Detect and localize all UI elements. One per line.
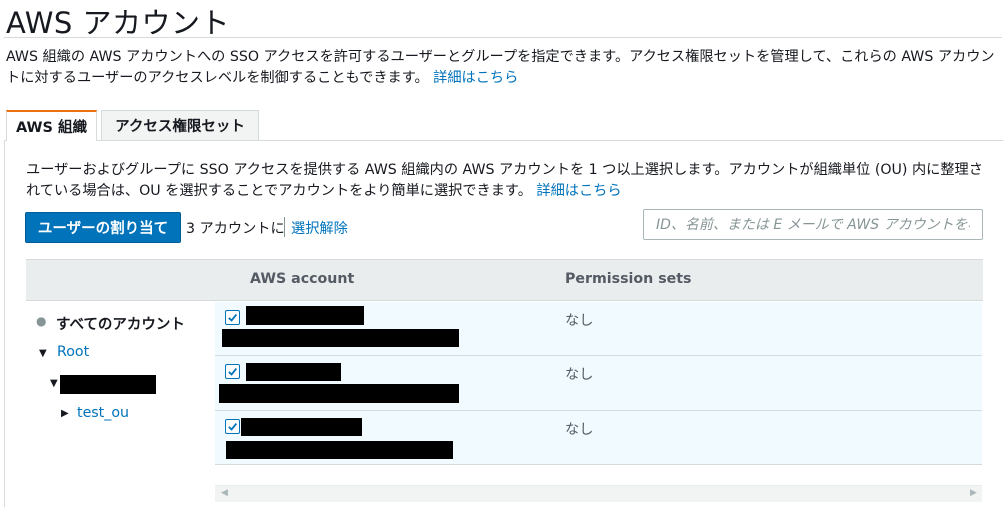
learn-more-link[interactable]: 詳細はこちら [433,70,518,86]
account-search-input[interactable] [654,215,972,234]
caret-right-icon[interactable]: ▶ [61,408,69,419]
check-icon [228,367,238,376]
assign-users-button[interactable]: ユーザーの割り当て [25,212,181,243]
column-aws-account[interactable]: AWS account [250,271,354,287]
bullet-icon: ● [36,314,47,328]
redacted-account-id [222,329,459,347]
row-checkbox[interactable] [225,364,240,379]
horizontal-scrollbar[interactable] [215,485,982,502]
tree-all-accounts[interactable]: すべてのアカウント [56,313,185,334]
redacted-account-name [246,363,341,381]
check-icon [228,422,238,431]
scroll-left-icon[interactable]: ◀ [221,488,228,498]
column-permission-sets[interactable]: Permission sets [565,271,692,287]
clear-selection-link[interactable]: 選択解除 [291,218,348,238]
tab-divider [4,140,1003,141]
caret-down-icon[interactable]: ▼ [39,348,47,359]
org-tab-description: ユーザーおよびグループに SSO アクセスを提供する AWS 組織内の AWS … [26,160,986,202]
redacted-account-id [219,384,459,403]
row-checkbox[interactable] [225,310,240,325]
redacted-org-name[interactable] [60,375,156,394]
tree-root[interactable]: Root [57,344,89,360]
panel-border [4,140,5,507]
scroll-right-icon[interactable]: ▶ [970,488,977,498]
permission-value: なし [565,367,594,383]
redacted-account-name [246,306,364,325]
account-search[interactable] [643,209,983,240]
org-tab-description-text: ユーザーおよびグループに SSO アクセスを提供する AWS 組織内の AWS … [26,162,983,199]
table-header [26,259,983,301]
caret-down-icon[interactable]: ▼ [50,378,58,389]
selection-count: 3 アカウントに [186,221,285,237]
tree-ou-test[interactable]: test_ou [77,405,129,421]
row-checkbox[interactable] [225,419,240,434]
title-divider [4,37,1002,38]
permission-value: なし [565,422,594,438]
tab-aws-organization[interactable]: AWS 組織 [6,110,97,141]
redacted-account-id [226,441,453,459]
page-title: AWS アカウント [6,6,231,40]
tab-permission-sets[interactable]: アクセス権限セット [101,110,259,140]
redacted-account-name [241,418,362,436]
page-description: AWS 組織の AWS アカウントへの SSO アクセスを許可するユーザーとグル… [6,47,1001,89]
selection-divider [284,217,285,237]
permission-value: なし [565,313,594,329]
check-icon [228,313,238,322]
org-learn-more-link[interactable]: 詳細はこちら [536,183,621,199]
